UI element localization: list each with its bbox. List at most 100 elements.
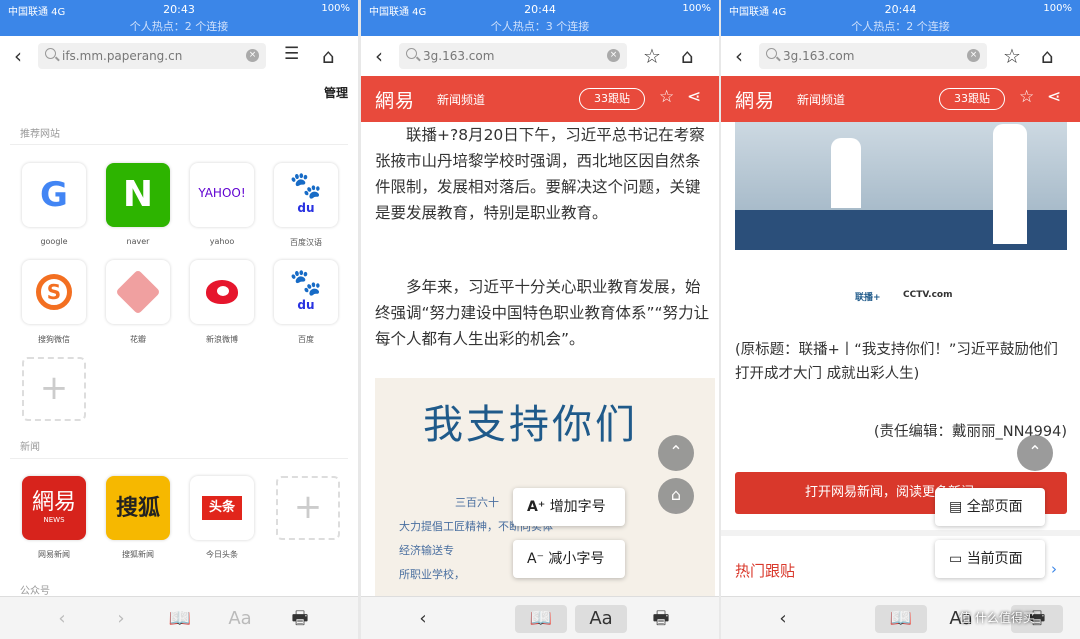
status-bar: 中国联通 4G 20:43 100% 个人热点：2 个连接 [0,0,358,36]
baidu-paw-logo: 🐾 [289,171,323,201]
book-icon[interactable]: 📖 [154,605,206,633]
letter-line: 所职业学校， [399,568,465,581]
clear-icon[interactable]: × [246,49,259,62]
print-current-page-button[interactable]: ▭ 当前页面 [935,540,1045,578]
toutiao-logo: 头条 [202,496,242,520]
url-field[interactable]: 3g.163.com × [759,43,987,69]
star-icon[interactable]: ☆ [1019,87,1034,107]
url-field[interactable]: 3g.163.com × [399,43,627,69]
site-label: 新浪微博 [206,335,238,344]
section-public-accounts: 公众号 [20,586,50,597]
home-float-button[interactable]: ⌂ [658,478,694,514]
hotspot-text: 个人热点：2 个连接 [851,20,950,33]
increase-font-button[interactable]: A⁺ 增加字号 [513,488,625,526]
panel-browser-home: 中国联通 4G 20:43 100% 个人热点：2 个连接 ‹ ifs.mm.p… [0,0,358,639]
font-size-icon[interactable]: Aa [575,605,627,633]
site-tile-huaban[interactable] [106,260,170,324]
scroll-top-button[interactable]: ⌃ [1017,435,1053,471]
photo-footer [735,250,1067,320]
book-icon[interactable]: 📖 [875,605,927,633]
book-icon[interactable]: 📖 [515,605,567,633]
home-icon[interactable]: ⌂ [681,44,694,68]
site-label: 今日头条 [206,550,238,559]
site-label: 搜狐新闻 [122,550,154,559]
site-label: 搜狗微信 [38,335,70,344]
back-arrow-icon[interactable]: ‹ [36,605,88,633]
site-label: naver [126,237,150,246]
baidu-paw-logo: 🐾 [289,268,323,298]
scroll-top-button[interactable]: ⌃ [658,435,694,471]
back-arrow-icon[interactable]: ‹ [757,605,809,633]
hotspot-text: 个人热点：3 个连接 [490,20,590,33]
photo-brand-2: CCTV.com [903,290,953,300]
home-icon[interactable]: ⌂ [1041,44,1054,68]
address-bar: ‹ 3g.163.com × ☆ ⌂ [361,36,719,76]
hotspot-text: 个人热点：2 个连接 [129,20,229,33]
site-label: yahoo [209,237,235,246]
follow-count-button[interactable]: 33跟贴 [579,88,645,110]
follow-count-button[interactable]: 33跟贴 [939,88,1005,110]
site-tile-weibo[interactable] [190,260,254,324]
url-text: 3g.163.com [423,49,495,63]
reader-list-icon[interactable]: ☰ [284,44,299,64]
netease-logo[interactable]: 網易 [735,86,775,113]
channel-label[interactable]: 新闻频道 [797,91,845,108]
add-site-button[interactable]: + [22,357,86,421]
netease-header: 網易 新闻频道 33跟贴 ☆ ⋖ [721,76,1080,122]
site-tile-sogou[interactable]: S [22,260,86,324]
increase-font-label: 增加字号 [549,499,606,515]
battery: 100% [321,3,350,14]
add-news-button[interactable]: + [276,476,340,540]
clear-icon[interactable]: × [607,49,620,62]
search-icon [45,48,56,59]
star-icon[interactable]: ☆ [659,87,674,107]
chevron-right-icon[interactable]: › [1051,560,1057,578]
back-icon[interactable]: ‹ [14,44,22,68]
hot-posts-title: 热门跟贴 [735,562,796,580]
photo-brand-1: 联播+ [855,293,881,303]
forward-arrow-icon[interactable]: › [95,605,147,633]
url-text: ifs.mm.paperang.cn [62,49,183,63]
site-label: 百度汉语 [290,238,322,247]
du-text: du [297,298,315,312]
article-paragraph: 多年来，习近平十分关心职业教育发展，始终强调“努力建设中国特色职业教育体系”“努… [375,278,710,348]
news-sub-text: NEWS [43,516,65,524]
share-icon[interactable]: ⋖ [1047,87,1061,107]
site-tile-google[interactable]: G [22,163,86,227]
decrease-font-button[interactable]: A⁻ 减小字号 [513,540,625,578]
printer-icon[interactable]: 🖶 [274,605,326,633]
news-tile-netease[interactable]: 網易 NEWS [22,476,86,540]
back-icon[interactable]: ‹ [735,44,743,68]
news-tile-toutiao[interactable]: 头条 [190,476,254,540]
printer-icon[interactable]: 🖶 [635,605,687,633]
manage-button[interactable]: 管理 [324,84,348,101]
section-news: 新闻 [20,442,40,453]
bottom-toolbar: ‹ 📖 Aa 🖶 [361,596,719,639]
print-all-pages-button[interactable]: ▤ 全部页面 [935,488,1045,526]
url-field[interactable]: ifs.mm.paperang.cn × [38,43,266,69]
calligraphy-title: 我支持你们 [423,402,638,448]
clear-icon[interactable]: × [967,49,980,62]
site-tile-naver[interactable]: N [106,163,170,227]
site-tile-baidu-hanyu[interactable]: 🐾 du [274,163,338,227]
caption-text: (原标题：联播+丨“我支持你们！”习近平鼓励他们打开成才大门 成就出彩人生) [735,342,1058,382]
share-icon[interactable]: ⋖ [687,87,701,107]
back-icon[interactable]: ‹ [375,44,383,68]
back-arrow-icon[interactable]: ‹ [397,605,449,633]
editor-text: (责任编辑：戴丽丽_NN4994) [873,424,1067,440]
netease-news-logo: 網易 [31,490,76,515]
site-label: 花瓣 [130,335,146,344]
star-icon[interactable]: ☆ [1003,44,1021,68]
news-tile-sohu[interactable]: 搜狐 [106,476,170,540]
clock: 20:43 [163,3,195,16]
site-tile-yahoo[interactable]: YAHOO! [190,163,254,227]
all-pages-label: 全部页面 [966,499,1023,515]
site-tile-baidu[interactable]: 🐾 du [274,260,338,324]
clock: 20:44 [524,3,556,16]
font-size-icon[interactable]: Aa [214,605,266,633]
netease-logo[interactable]: 網易 [375,86,415,113]
channel-label[interactable]: 新闻频道 [437,91,485,108]
home-icon[interactable]: ⌂ [322,44,335,68]
naver-logo: N [122,174,154,215]
star-icon[interactable]: ☆ [643,44,661,68]
